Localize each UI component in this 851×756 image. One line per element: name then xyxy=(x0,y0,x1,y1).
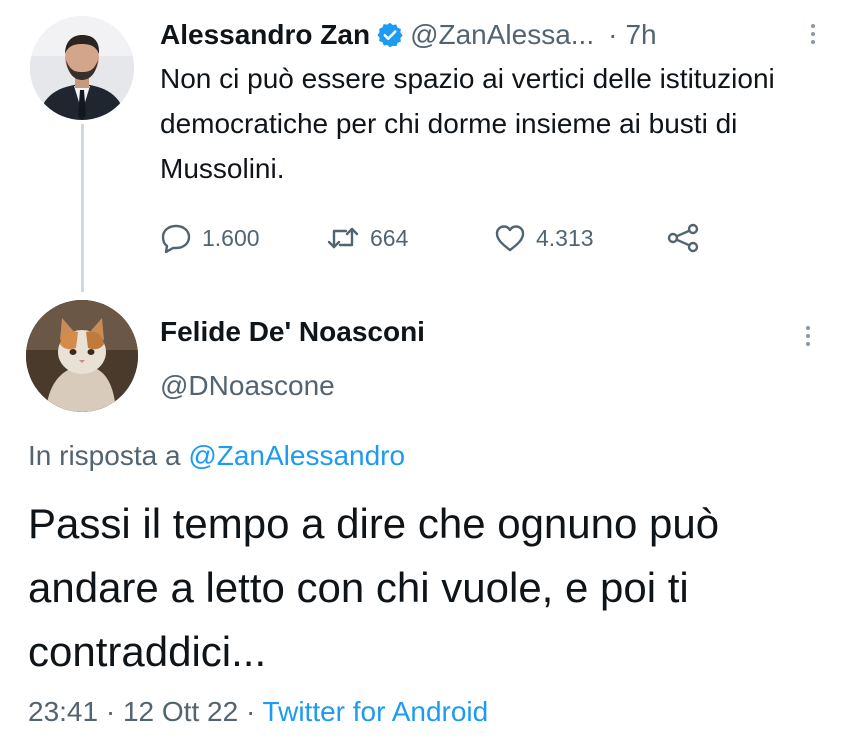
meta-separator: · xyxy=(245,696,256,727)
avatar-cat-image xyxy=(26,300,138,412)
reply-button[interactable]: 1.600 xyxy=(160,223,326,253)
retweet-button[interactable]: 664 xyxy=(326,223,494,253)
parent-tweet-header: Alessandro Zan @ZanAlessa... · 7h xyxy=(160,14,657,56)
heart-icon xyxy=(495,225,525,252)
reply-context-prefix: In risposta a xyxy=(28,440,181,471)
reply-author-display-name[interactable]: Felide De' Noasconi xyxy=(160,316,425,348)
avatar-alessandro-zan[interactable] xyxy=(30,16,134,120)
reply-tweet-date[interactable]: 12 Ott 22 xyxy=(123,696,238,727)
verified-badge-icon xyxy=(376,21,404,49)
reply-author-handle[interactable]: @DNoascone xyxy=(160,370,335,402)
reply-context: In risposta a @ZanAlessandro xyxy=(28,440,405,472)
reply-tweet-time[interactable]: 23:41 xyxy=(28,696,98,727)
share-button[interactable] xyxy=(666,223,700,253)
like-count: 4.313 xyxy=(536,224,594,251)
avatar-felide-de-noasconi[interactable] xyxy=(26,300,138,412)
share-icon xyxy=(667,223,699,253)
reply-count: 1.600 xyxy=(202,224,260,251)
header-separator: · xyxy=(608,19,618,50)
reply-tweet-text: Passi il tempo a dire che ognuno può and… xyxy=(28,500,720,675)
tweet-actions-bar: 1.600 664 4.313 xyxy=(160,218,700,258)
meta-separator: · xyxy=(105,696,116,727)
reply-icon xyxy=(161,224,191,253)
like-button[interactable]: 4.313 xyxy=(494,223,666,253)
retweet-icon xyxy=(327,227,359,249)
author-display-name[interactable]: Alessandro Zan xyxy=(160,19,370,51)
more-vertical-icon[interactable] xyxy=(811,24,817,44)
author-handle[interactable]: @ZanAlessa... xyxy=(410,19,594,51)
tweet-time[interactable]: 7h xyxy=(625,19,656,51)
reply-context-mention[interactable]: @ZanAlessandro xyxy=(188,440,405,471)
retweet-count: 664 xyxy=(370,224,409,251)
thread-connector-line xyxy=(81,124,84,292)
more-vertical-icon[interactable] xyxy=(806,326,812,346)
parent-tweet-text: Non ci può essere spazio ai vertici dell… xyxy=(160,63,775,184)
avatar-portrait-image xyxy=(30,16,134,120)
tweet-source-link[interactable]: Twitter for Android xyxy=(263,696,489,727)
reply-tweet-metadata: 23:41 · 12 Ott 22 · Twitter for Android xyxy=(28,696,488,728)
